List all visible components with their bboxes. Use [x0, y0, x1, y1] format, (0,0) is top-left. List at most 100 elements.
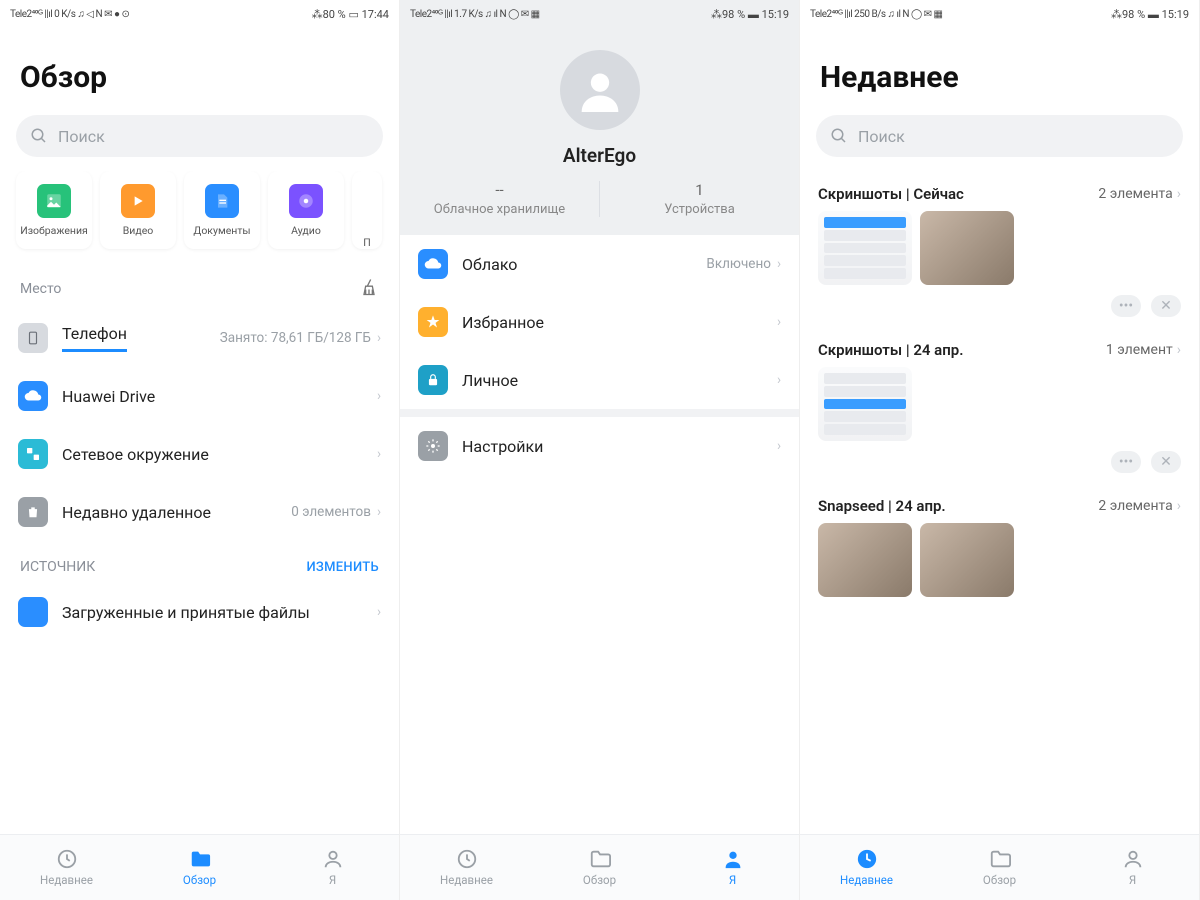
pane-overview: Tele2⁴⁰ᴳ ||ıl 0 K/s ♫ ◁ N ✉ ● ⊙ ⁂80 % ▭ …	[0, 0, 400, 900]
nav-overview[interactable]: Обзор	[133, 835, 266, 900]
search-placeholder: Поиск	[58, 127, 105, 146]
chevron-right-icon: ›	[377, 388, 381, 404]
nav-recent[interactable]: Недавнее	[0, 835, 133, 900]
search-icon	[830, 127, 848, 145]
clock-icon	[56, 848, 78, 870]
chevron-right-icon: ›	[377, 446, 381, 462]
thumbnail[interactable]	[920, 523, 1014, 597]
page-title: Обзор	[0, 28, 399, 115]
pane-recent: Tele2⁴⁰ᴳ ||ıl 250 B/s ♫ ıl N ◯ ✉ ▦ ⁂98 %…	[800, 0, 1200, 900]
nav-recent[interactable]: Недавнее	[800, 835, 933, 900]
row-personal[interactable]: Личное ›	[400, 351, 799, 409]
divider	[400, 409, 799, 417]
section-place: Место	[0, 259, 399, 309]
search-input[interactable]: Поиск	[816, 115, 1183, 157]
person-icon	[322, 848, 344, 870]
document-icon	[205, 184, 239, 218]
audio-icon	[289, 184, 323, 218]
stat-cloud[interactable]: -- Облачное хранилище	[400, 181, 599, 217]
video-icon	[121, 184, 155, 218]
change-button[interactable]: ИЗМЕНИТЬ	[306, 560, 379, 575]
nav-me[interactable]: Я	[1066, 835, 1199, 900]
cloud-icon	[18, 381, 48, 411]
thumbnail[interactable]	[818, 367, 912, 441]
cloud-icon	[418, 249, 448, 279]
cat-documents[interactable]: Документы	[184, 171, 260, 249]
nav-me[interactable]: Я	[666, 835, 799, 900]
cat-audio[interactable]: Аудио	[268, 171, 344, 249]
pane-me: Tele2⁴⁰ᴳ ||ıl 1.7 K/s ♫ ıl N ◯ ✉ ▦ ⁂98 %…	[400, 0, 800, 900]
trash-icon	[18, 497, 48, 527]
status-right: ⁂98 % ▬ 15:19	[1111, 8, 1189, 21]
gear-icon	[418, 431, 448, 461]
close-button[interactable]: ✕	[1151, 295, 1181, 317]
star-icon	[418, 307, 448, 337]
profile-name: AlterEgo	[563, 144, 636, 167]
chevron-right-icon: ›	[377, 604, 381, 620]
row-downloads[interactable]: Загруженные и принятые файлы ›	[0, 583, 399, 641]
lock-icon	[418, 365, 448, 395]
search-input[interactable]: Поиск	[16, 115, 383, 157]
nav-overview[interactable]: Обзор	[933, 835, 1066, 900]
row-recently-deleted[interactable]: Недавно удаленное 0 элементов›	[0, 483, 399, 541]
nav-me[interactable]: Я	[266, 835, 399, 900]
page-title: Недавнее	[800, 28, 1199, 115]
category-row: Изображения Видео Документы Аудио	[0, 171, 399, 259]
group-header[interactable]: Скриншоты | Сейчас 2 элемента›	[800, 171, 1199, 211]
nav-recent[interactable]: Недавнее	[400, 835, 533, 900]
chevron-right-icon: ›	[777, 256, 781, 272]
network-icon	[18, 439, 48, 469]
thumbnail-row	[800, 367, 1199, 447]
group-header[interactable]: Скриншоты | 24 апр. 1 элемент›	[800, 327, 1199, 367]
thumbnail-row	[800, 211, 1199, 291]
row-cloud[interactable]: Облако Включено›	[400, 235, 799, 293]
search-placeholder: Поиск	[858, 127, 905, 146]
person-icon	[722, 848, 744, 870]
thumbnail-row	[800, 523, 1199, 603]
cleanup-icon[interactable]	[359, 277, 379, 301]
thumbnail[interactable]	[920, 211, 1014, 285]
status-bar: Tele2⁴⁰ᴳ ||ıl 1.7 K/s ♫ ıl N ◯ ✉ ▦ ⁂98 %…	[400, 0, 799, 28]
cat-images[interactable]: Изображения	[16, 171, 92, 249]
download-icon	[18, 597, 48, 627]
row-huawei-drive[interactable]: Huawei Drive ›	[0, 367, 399, 425]
phone-icon	[18, 323, 48, 353]
avatar	[560, 50, 640, 130]
folder-icon	[189, 848, 211, 870]
folder-icon	[589, 848, 611, 870]
status-right: ⁂80 % ▭ 17:44	[312, 8, 389, 21]
group-header[interactable]: Snapseed | 24 апр. 2 элемента›	[800, 483, 1199, 523]
clock-icon	[456, 848, 478, 870]
image-icon	[37, 184, 71, 218]
status-left: Tele2⁴⁰ᴳ ||ıl 250 B/s ♫ ıl N ◯ ✉ ▦	[810, 9, 943, 20]
section-source: ИСТОЧНИК ИЗМЕНИТЬ	[0, 541, 399, 583]
chevron-right-icon: ›	[377, 504, 381, 520]
status-left: Tele2⁴⁰ᴳ ||ıl 0 K/s ♫ ◁ N ✉ ● ⊙	[10, 9, 129, 20]
chevron-right-icon: ›	[1177, 186, 1181, 202]
more-button[interactable]: •••	[1111, 451, 1141, 473]
search-icon	[30, 127, 48, 145]
row-network[interactable]: Сетевое окружение ›	[0, 425, 399, 483]
status-right: ⁂98 % ▬ 15:19	[711, 8, 789, 21]
nav-overview[interactable]: Обзор	[533, 835, 666, 900]
status-left: Tele2⁴⁰ᴳ ||ıl 1.7 K/s ♫ ıl N ◯ ✉ ▦	[410, 9, 540, 20]
chevron-right-icon: ›	[777, 314, 781, 330]
clock-icon	[856, 848, 878, 870]
cat-video[interactable]: Видео	[100, 171, 176, 249]
row-settings[interactable]: Настройки ›	[400, 417, 799, 475]
cat-more[interactable]: П	[352, 171, 382, 249]
thumbnail[interactable]	[818, 211, 912, 285]
bottom-nav: Недавнее Обзор Я	[400, 834, 799, 900]
row-phone-storage[interactable]: Телефон Занято: 78,61 ГБ/128 ГБ›	[0, 309, 399, 367]
person-icon	[1122, 848, 1144, 870]
chevron-right-icon: ›	[777, 372, 781, 388]
chevron-right-icon: ›	[777, 438, 781, 454]
thumbnail[interactable]	[818, 523, 912, 597]
close-button[interactable]: ✕	[1151, 451, 1181, 473]
profile-header[interactable]: AlterEgo -- Облачное хранилище 1 Устройс…	[400, 28, 799, 235]
more-button[interactable]: •••	[1111, 295, 1141, 317]
chevron-right-icon: ›	[377, 330, 381, 346]
row-favorites[interactable]: Избранное ›	[400, 293, 799, 351]
stat-devices[interactable]: 1 Устройства	[599, 181, 799, 217]
chevron-right-icon: ›	[1177, 342, 1181, 358]
